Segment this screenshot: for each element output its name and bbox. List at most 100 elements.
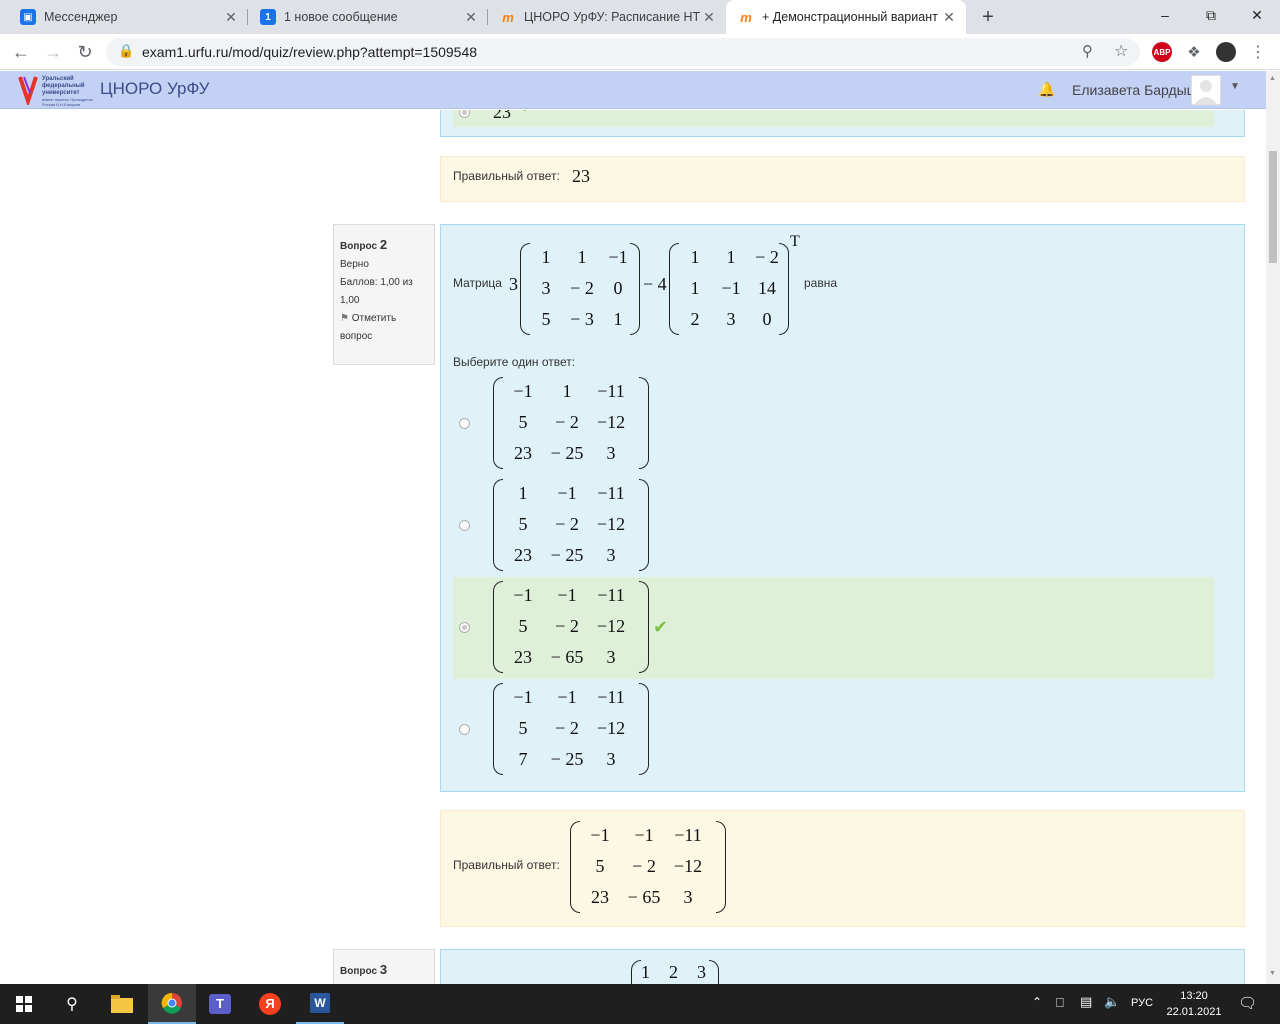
- extensions-puzzle-icon[interactable]: ❖: [1184, 42, 1204, 62]
- flag-question-link[interactable]: ⚑ Отметить вопрос: [340, 310, 428, 346]
- matrix-cell: − 2: [755, 247, 779, 267]
- matrix-cell: −12: [596, 514, 626, 534]
- matrix-cell: −1: [608, 247, 628, 267]
- check-icon: ✔: [521, 110, 533, 116]
- matrix-cell: 3: [606, 545, 616, 565]
- user-name[interactable]: Елизавета Бардыш: [1072, 82, 1198, 98]
- correct-answer-matrix: −1 −1 −11 5 − 2 −12 23 − 65 3: [570, 821, 726, 913]
- chevron-down-icon[interactable]: ▼: [1230, 81, 1240, 92]
- tray-network-icon[interactable]: ▤: [1080, 994, 1092, 1010]
- forward-icon[interactable]: →: [38, 37, 68, 67]
- paren-right: [716, 821, 726, 913]
- close-icon[interactable]: ✕: [700, 8, 718, 26]
- adblock-icon[interactable]: ABP: [1152, 42, 1172, 62]
- tab-new-message[interactable]: 1 1 новое сообщение ✕: [248, 0, 488, 34]
- word-icon[interactable]: W: [296, 984, 344, 1024]
- tray-volume-icon[interactable]: 🔈: [1104, 994, 1120, 1010]
- tab-messenger[interactable]: ▣ Мессенджер ✕: [8, 0, 248, 34]
- answer-option[interactable]: −1 1 −11 5− 2 −12 23− 25 3: [453, 373, 1214, 475]
- matrix-cell: − 2: [632, 856, 656, 876]
- user-avatar[interactable]: [1191, 75, 1221, 105]
- scroll-up-icon[interactable]: ▲: [1269, 75, 1276, 82]
- matrix-cell: 3: [541, 278, 551, 298]
- tray-clock[interactable]: 13:20 22.01.2021: [1166, 988, 1222, 1020]
- matrix-cell: 3: [683, 887, 693, 907]
- tab-demo-variant[interactable]: m + Демонстрационный вариант ✕: [726, 0, 966, 34]
- answer-radio[interactable]: [459, 520, 470, 531]
- profile-avatar-icon[interactable]: [1216, 42, 1236, 62]
- matrix-cell: − 25: [550, 443, 584, 463]
- answer-option[interactable]: −1 −1 −11 5 − 2 −12 23 − 65 3 ✔: [453, 577, 1214, 679]
- question-number: Вопрос 3: [340, 962, 388, 977]
- notification-bell-icon[interactable]: 🔔: [1038, 81, 1055, 98]
- bookmark-star-icon[interactable]: ☆: [1114, 41, 1128, 61]
- site-brand[interactable]: ЦНОРО УрФУ: [100, 79, 209, 99]
- search-icon[interactable]: ⚲: [48, 984, 96, 1024]
- windows-start-icon[interactable]: [0, 984, 48, 1024]
- close-icon[interactable]: ✕: [940, 8, 958, 26]
- close-icon[interactable]: ✕: [222, 8, 240, 26]
- paren-right: [639, 479, 649, 571]
- page-scrollbar[interactable]: ▲ ▼: [1266, 71, 1280, 984]
- url-text: exam1.urfu.ru/mod/quiz/review.php?attemp…: [142, 44, 478, 60]
- matrix-cell: −1: [590, 825, 610, 845]
- reload-icon[interactable]: ↻: [70, 37, 100, 67]
- matrix-cell: 5: [518, 718, 528, 738]
- tray-language[interactable]: РУС: [1131, 997, 1153, 1009]
- restore-icon[interactable]: ⧉: [1188, 0, 1234, 30]
- matrix-cell: −1: [557, 483, 577, 503]
- scroll-down-icon[interactable]: ▼: [1269, 970, 1276, 977]
- tray-chevron-up-icon[interactable]: ⌃: [1032, 995, 1042, 1009]
- answer-radio[interactable]: [459, 110, 470, 118]
- yandex-browser-icon[interactable]: Я: [246, 984, 294, 1024]
- answer-radio[interactable]: [459, 622, 470, 633]
- matrix-cell: − 2: [555, 718, 579, 738]
- correct-answer-value: 23: [572, 166, 590, 186]
- transpose-mark: T: [790, 233, 800, 250]
- matrix-cell: −1: [513, 381, 533, 401]
- matrix-cell: −11: [597, 483, 625, 503]
- back-icon[interactable]: ←: [6, 37, 36, 67]
- new-tab-button[interactable]: +: [976, 5, 1000, 29]
- question-info: Вопрос 2 Верно Баллов: 1,00 из 1,00 ⚑ От…: [333, 224, 435, 365]
- matrix-cell: −1: [513, 585, 533, 605]
- operator: − 4: [643, 274, 667, 294]
- window-close-icon[interactable]: ✕: [1234, 0, 1280, 30]
- answer-matrix: −1 −1 −11 5 − 2 −12 23 − 65 3: [493, 581, 649, 673]
- address-bar[interactable]: 🔒 exam1.urfu.ru/mod/quiz/review.php?atte…: [106, 38, 1140, 66]
- close-icon[interactable]: ✕: [462, 8, 480, 26]
- prompt-text: Матрица: [453, 276, 502, 290]
- matrix-cell: −12: [596, 616, 626, 636]
- matrix-cell: 1: [690, 278, 700, 298]
- browser-toolbar: ← → ↻ 🔒 exam1.urfu.ru/mod/quiz/review.ph…: [0, 34, 1280, 70]
- question-state: Верно: [340, 259, 369, 271]
- choose-one-label: Выберите один ответ:: [453, 355, 576, 369]
- urfu-logo[interactable]: Уральский федеральный университет имени …: [18, 75, 92, 108]
- action-center-icon[interactable]: 🗨: [1238, 994, 1257, 1012]
- coefficient: 3: [509, 274, 518, 294]
- matrix-cell: 1: [562, 381, 572, 401]
- matrix-cell: 0: [762, 309, 772, 329]
- avatar-silhouette-icon: [1195, 80, 1217, 104]
- matrix-cell: −12: [673, 856, 703, 876]
- paren-right: [639, 581, 649, 673]
- teams-icon[interactable]: T: [196, 984, 244, 1024]
- matrix-b: 1 1 − 2 1 −1 14 2 3 0: [669, 243, 789, 335]
- answer-option[interactable]: −1 −1 −11 5 − 2 −12 7 − 25 3: [453, 679, 1214, 781]
- matrix-cell: −12: [596, 412, 626, 432]
- matrix-cell: −1: [557, 687, 577, 707]
- chrome-icon[interactable]: [148, 984, 196, 1024]
- scrollbar-thumb[interactable]: [1269, 151, 1277, 263]
- tab-schedule[interactable]: m ЦНОРО УрФУ: Расписание НТК ✕: [488, 0, 726, 34]
- file-explorer-icon[interactable]: [98, 984, 146, 1024]
- answer-matrix: −1 1 −11 5− 2 −12 23− 25 3: [493, 377, 649, 469]
- menu-kebab-icon[interactable]: ⋮: [1248, 42, 1268, 62]
- answer-radio[interactable]: [459, 418, 470, 429]
- messenger-icon: ▣: [20, 9, 36, 25]
- tray-network-error-icon[interactable]: ⎕: [1056, 995, 1064, 1011]
- answer-radio[interactable]: [459, 724, 470, 735]
- answer-option[interactable]: 1 −1 −11 5 − 2 −12 23 − 25 3: [453, 475, 1214, 577]
- answer-matrix: 1 −1 −11 5 − 2 −12 23 − 25 3: [493, 479, 649, 571]
- minimize-icon[interactable]: –: [1142, 0, 1188, 30]
- zoom-icon[interactable]: ⚲: [1082, 42, 1093, 60]
